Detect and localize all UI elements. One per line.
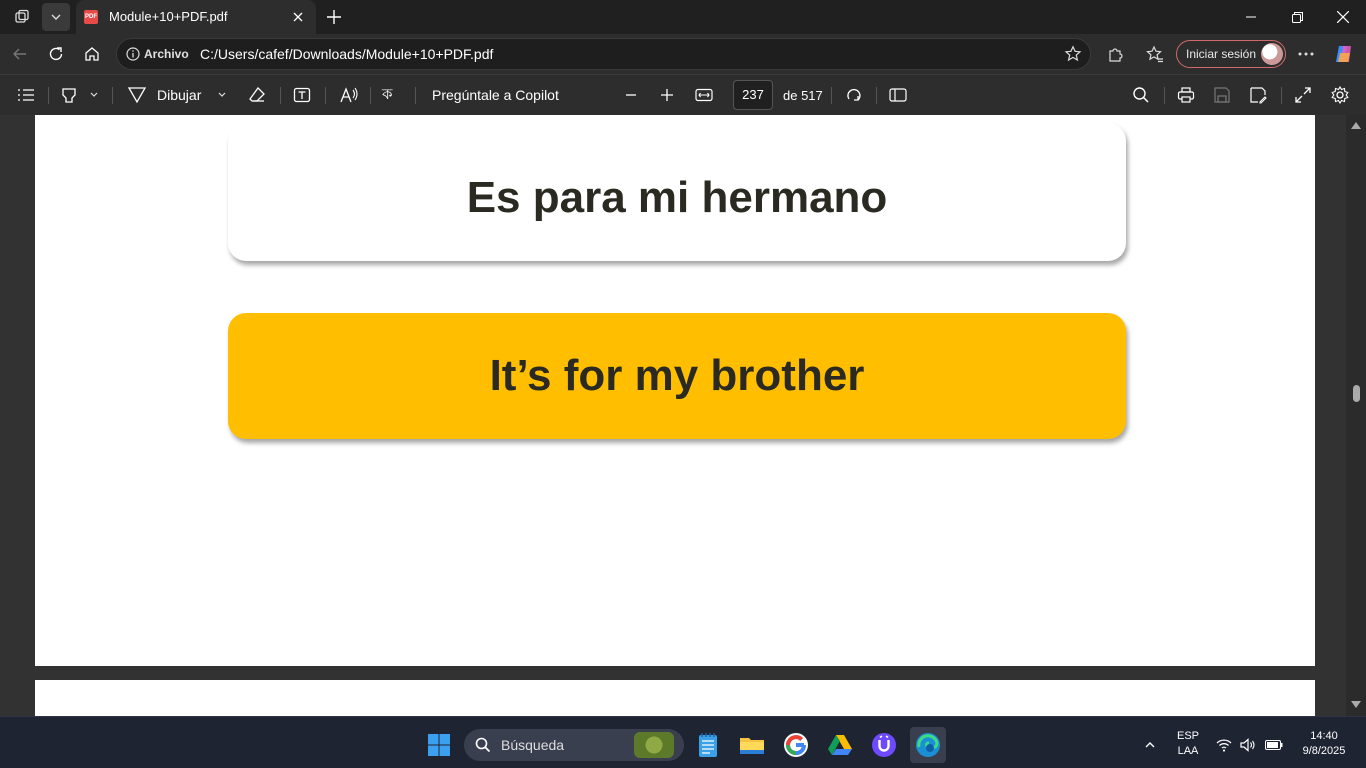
separator <box>112 87 113 104</box>
zoom-in-icon[interactable] <box>660 83 674 107</box>
spanish-phrase: Es para mi hermano <box>466 173 888 222</box>
fullscreen-icon[interactable] <box>1294 83 1312 107</box>
add-text-icon[interactable] <box>293 83 311 107</box>
favorites-icon[interactable] <box>1141 40 1169 68</box>
clock-time: 14:40 <box>1310 730 1338 742</box>
edge-browser-icon[interactable] <box>910 727 946 763</box>
clock-date: 9/8/2025 <box>1302 745 1346 757</box>
rotate-icon[interactable] <box>845 83 863 107</box>
draw-button[interactable]: Dibujar <box>127 83 201 107</box>
separator <box>876 87 877 104</box>
back-button[interactable] <box>6 40 34 68</box>
workspaces-icon[interactable] <box>8 3 36 31</box>
home-button[interactable] <box>78 40 106 68</box>
proton-vpn-icon[interactable] <box>866 727 902 763</box>
pdf-next-page <box>35 680 1315 716</box>
battery-icon[interactable] <box>1261 727 1287 763</box>
google-chrome-icon[interactable] <box>778 727 814 763</box>
pdf-page: Es para mi hermano It’s for my brother <box>35 115 1315 666</box>
start-windows-icon[interactable] <box>421 727 457 763</box>
taskbar-search[interactable]: Búsqueda <box>464 729 684 761</box>
favorite-star-icon[interactable] <box>1064 45 1082 63</box>
english-phrase-card: It’s for my brother <box>228 313 1126 439</box>
pdf-icon: PDF <box>84 10 98 24</box>
pdf-toolbar: Dibujar ক Pregúntale a Copilot 237 de 51… <box>0 74 1366 115</box>
clock[interactable]: 14:40 9/8/2025 <box>1292 730 1356 757</box>
save-icon[interactable] <box>1213 83 1231 107</box>
highlight-icon[interactable] <box>60 83 78 107</box>
page-count: de 517 <box>783 88 823 103</box>
scrollbar-thumb[interactable] <box>1353 385 1360 402</box>
tab-title: Module+10+PDF.pdf <box>109 9 228 24</box>
separator <box>48 87 49 104</box>
vertical-scrollbar[interactable] <box>1346 115 1366 716</box>
avatar <box>1261 43 1283 65</box>
notepad-app-icon[interactable] <box>690 727 726 763</box>
search-highlight-image <box>634 732 674 758</box>
extensions-icon[interactable] <box>1101 40 1129 68</box>
settings-gear-icon[interactable] <box>1331 83 1349 107</box>
new-tab-icon[interactable] <box>320 3 348 31</box>
scroll-up-icon[interactable] <box>1351 122 1361 129</box>
address-bar: Archivo C:/Users/cafef/Downloads/Module+… <box>0 34 1366 74</box>
search-icon[interactable] <box>1132 83 1150 107</box>
url-field[interactable]: Archivo C:/Users/cafef/Downloads/Module+… <box>116 38 1091 70</box>
ask-copilot-button[interactable]: Pregúntale a Copilot <box>432 83 559 107</box>
info-icon[interactable] <box>126 47 140 61</box>
separator <box>1164 87 1165 104</box>
copilot-icon[interactable] <box>1330 40 1358 68</box>
language-code: ESP <box>1176 730 1199 742</box>
draw-label: Dibujar <box>157 87 202 103</box>
fit-width-icon[interactable] <box>695 83 713 107</box>
ask-copilot-label: Pregúntale a Copilot <box>432 87 559 103</box>
url-text[interactable]: C:/Users/cafef/Downloads/Module+10+PDF.p… <box>200 46 493 62</box>
separator <box>415 87 416 104</box>
close-tab-icon[interactable] <box>288 7 308 27</box>
file-explorer-icon[interactable] <box>734 727 770 763</box>
draw-chevron-icon[interactable] <box>217 83 227 107</box>
contents-icon[interactable] <box>17 83 35 107</box>
signin-label: Iniciar sesión <box>1186 47 1257 61</box>
search-icon <box>475 737 491 753</box>
google-drive-icon[interactable] <box>822 727 858 763</box>
separator <box>831 87 832 104</box>
scroll-down-icon[interactable] <box>1351 701 1361 708</box>
restore-button[interactable] <box>1274 0 1320 34</box>
zoom-out-icon[interactable] <box>624 83 638 107</box>
read-aloud-icon[interactable] <box>339 83 359 107</box>
taskbar: Búsqueda ESP LAA 14:40 9/8/2025 <box>0 716 1366 768</box>
highlight-chevron-icon[interactable] <box>89 83 99 107</box>
refresh-button[interactable] <box>42 40 70 68</box>
translate-icon[interactable]: ক <box>382 83 393 107</box>
separator <box>1281 87 1282 104</box>
pdf-viewer[interactable]: Es para mi hermano It’s for my brother <box>0 115 1366 716</box>
minimize-button[interactable] <box>1228 0 1274 34</box>
site-info-label[interactable]: Archivo <box>144 47 189 61</box>
input-language[interactable]: ESP LAA <box>1172 730 1204 757</box>
close-window-button[interactable] <box>1320 0 1366 34</box>
title-bar: PDF Module+10+PDF.pdf <box>0 0 1366 34</box>
signin-button[interactable]: Iniciar sesión <box>1176 40 1286 68</box>
separator <box>280 87 281 104</box>
spanish-phrase-card: Es para mi hermano <box>228 123 1126 261</box>
tab-active[interactable]: PDF Module+10+PDF.pdf <box>76 0 316 34</box>
more-options-icon[interactable] <box>1292 40 1320 68</box>
wifi-icon[interactable] <box>1212 727 1236 763</box>
show-hidden-icons-chevron-icon[interactable] <box>1132 727 1168 763</box>
tab-actions-chevron-icon[interactable] <box>42 3 70 31</box>
english-phrase: It’s for my brother <box>489 351 865 400</box>
save-as-icon[interactable] <box>1249 83 1267 107</box>
volume-icon[interactable] <box>1236 727 1260 763</box>
page-number-input[interactable]: 237 <box>733 80 773 110</box>
eraser-icon[interactable] <box>248 83 266 107</box>
separator <box>325 87 326 104</box>
page-view-icon[interactable] <box>889 83 907 107</box>
separator <box>370 87 371 104</box>
language-layout: LAA <box>1177 745 1199 757</box>
search-placeholder: Búsqueda <box>501 737 565 753</box>
print-icon[interactable] <box>1177 83 1195 107</box>
